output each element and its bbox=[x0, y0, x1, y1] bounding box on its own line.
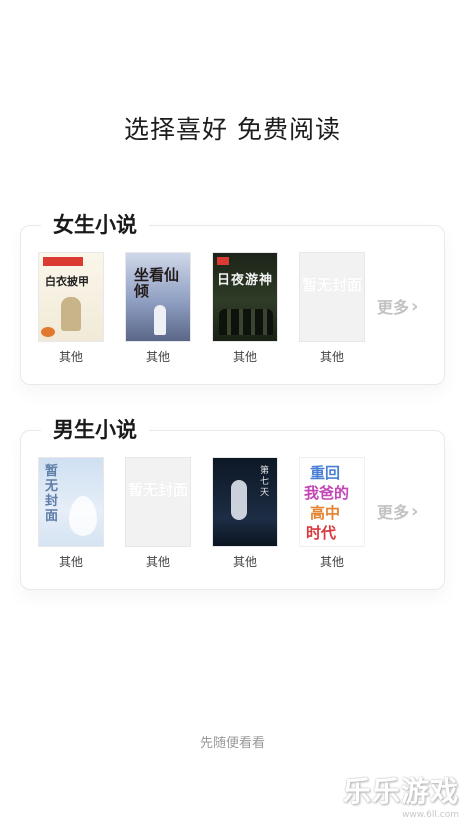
section-title-male: 男生小说 bbox=[41, 415, 149, 445]
book-category: 其他 bbox=[145, 350, 170, 364]
cover-title: 暂无封面 bbox=[301, 276, 362, 294]
more-label: 更多 bbox=[377, 298, 410, 317]
section-title-female: 女生小说 bbox=[41, 210, 149, 240]
page-title: 选择喜好 免费阅读 bbox=[124, 115, 341, 144]
watermark-text: 乐乐游戏 bbox=[342, 775, 459, 808]
chevron-right-icon: › bbox=[411, 295, 419, 317]
watermark: 乐乐游戏 www.6ll.com bbox=[343, 770, 459, 820]
book-cover-placeholder[interactable]: 暂无封面 bbox=[299, 252, 365, 342]
book-category: 其他 bbox=[319, 555, 344, 569]
book-cover-placeholder[interactable]: 暂无封面 bbox=[125, 457, 191, 547]
book-cover[interactable]: 白衣披甲 bbox=[38, 252, 104, 342]
book-item[interactable]: 暂无封面 其他 bbox=[37, 457, 105, 570]
book-category: 其他 bbox=[145, 555, 170, 569]
female-novels-card: 女生小说 白衣披甲 其他 坐看仙倾 其他 日夜游神 其他 暂无封面 其他 更多 … bbox=[20, 210, 446, 385]
watermark-url: www.6ll.com bbox=[402, 810, 459, 820]
book-item[interactable]: 坐看仙倾 其他 bbox=[124, 252, 192, 365]
book-cover[interactable]: 第七天 bbox=[212, 457, 278, 547]
book-category: 其他 bbox=[58, 555, 83, 569]
cover-title: 重回 bbox=[310, 464, 341, 482]
book-item[interactable]: 重回 我爸的 高中 时代 其他 bbox=[298, 457, 366, 570]
book-category: 其他 bbox=[319, 350, 344, 364]
book-cover[interactable]: 日夜游神 bbox=[212, 252, 278, 342]
cover-title: 暂无封面 bbox=[45, 464, 59, 524]
book-list: 暂无封面 其他 暂无封面 其他 第七天 其他 重回 我爸的 高中 时代 其他 更… bbox=[21, 457, 446, 577]
cover-title: 白衣披甲 bbox=[45, 275, 89, 288]
browse-first-link[interactable]: 先随便看看 bbox=[0, 732, 465, 751]
book-item[interactable]: 日夜游神 其他 bbox=[211, 252, 279, 365]
book-cover[interactable]: 暂无封面 bbox=[38, 457, 104, 547]
cover-title: 坐看仙倾 bbox=[134, 266, 180, 300]
book-category: 其他 bbox=[232, 350, 257, 364]
book-item[interactable]: 暂无封面 其他 bbox=[298, 252, 366, 365]
book-category: 其他 bbox=[232, 555, 257, 569]
book-cover[interactable]: 坐看仙倾 bbox=[125, 252, 191, 342]
book-item[interactable]: 暂无封面 其他 bbox=[124, 457, 192, 570]
chevron-right-icon: › bbox=[411, 500, 419, 522]
book-item[interactable]: 第七天 其他 bbox=[211, 457, 279, 570]
book-item[interactable]: 白衣披甲 其他 bbox=[37, 252, 105, 365]
more-label: 更多 bbox=[377, 503, 410, 522]
book-list: 白衣披甲 其他 坐看仙倾 其他 日夜游神 其他 暂无封面 其他 更多 › bbox=[21, 252, 446, 372]
book-cover[interactable]: 重回 我爸的 高中 时代 bbox=[299, 457, 365, 547]
cover-title: 暂无封面 bbox=[127, 481, 188, 499]
male-novels-card: 男生小说 暂无封面 其他 暂无封面 其他 第七天 其他 重回 我爸的 高中 时代… bbox=[20, 415, 446, 590]
book-category: 其他 bbox=[58, 350, 83, 364]
more-button-female[interactable]: 更多 › bbox=[377, 294, 418, 318]
cover-title: 日夜游神 bbox=[217, 273, 274, 288]
cover-title: 第七天 bbox=[260, 466, 270, 498]
more-button-male[interactable]: 更多 › bbox=[377, 499, 418, 523]
